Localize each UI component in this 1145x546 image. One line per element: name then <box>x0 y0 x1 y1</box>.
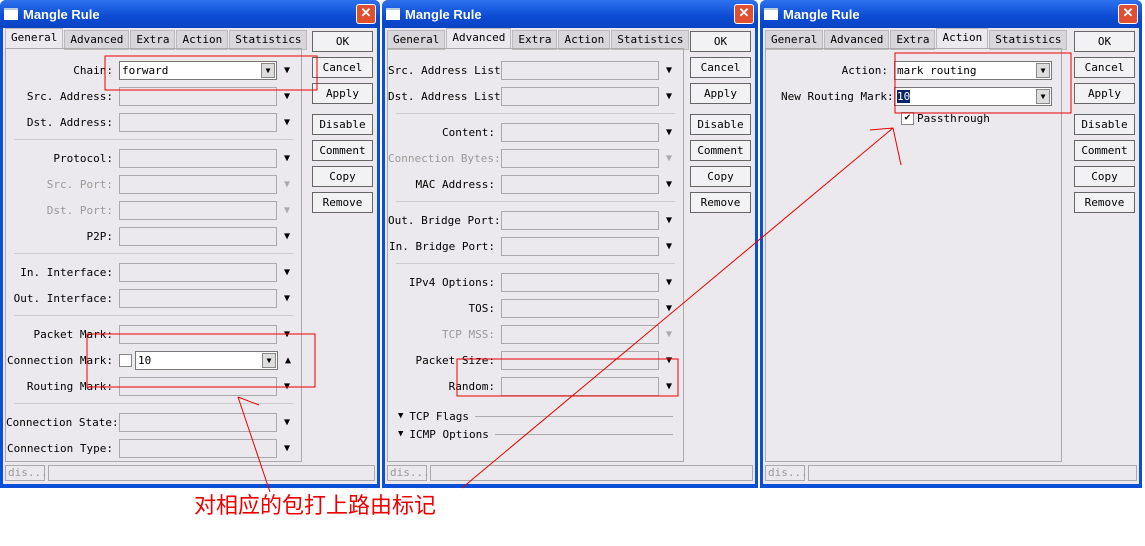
arrow-to-passthrough <box>461 127 902 489</box>
highlight-action <box>894 52 1072 114</box>
highlight-random <box>456 358 679 397</box>
annotation-overlay <box>86 52 1072 493</box>
highlight-connection-mark <box>86 333 316 388</box>
arrow-to-routing-mark <box>237 396 271 493</box>
highlight-chain <box>104 55 318 91</box>
annotation-text: 对相应的包打上路由标记 <box>194 494 437 519</box>
